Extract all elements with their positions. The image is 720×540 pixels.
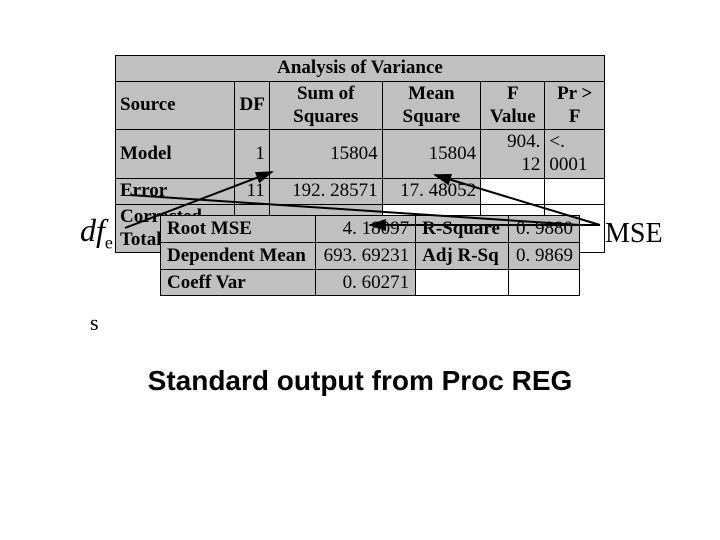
anova-cell-ms: 17. 48052	[382, 178, 481, 204]
fit-row: Root MSE 4. 18097 R-Square 0. 9880	[161, 216, 580, 243]
s-annotation: s	[90, 310, 99, 336]
anova-cell-p: <. 0001	[545, 130, 605, 179]
anova-header-ss: Sum of Squares	[269, 81, 382, 130]
fit-row: Coeff Var 0. 60271	[161, 269, 580, 296]
fit-rvalue: 0. 9869	[508, 242, 579, 269]
dfe-sub: e	[105, 232, 113, 252]
anova-header-f: F Value	[481, 81, 545, 130]
bottom-caption: Standard output from Proc REG	[0, 365, 720, 397]
anova-title: Analysis of Variance	[116, 56, 605, 82]
fit-row: Dependent Mean 693. 69231 Adj R-Sq 0. 98…	[161, 242, 580, 269]
fit-label: Dependent Mean	[161, 242, 316, 269]
fit-value: 4. 18097	[315, 216, 415, 243]
fit-rvalue	[508, 269, 579, 296]
anova-cell-ms: 15804	[382, 130, 481, 179]
fit-value: 0. 60271	[315, 269, 415, 296]
dfe-text: df	[80, 212, 105, 248]
anova-cell-ss: 192. 28571	[269, 178, 382, 204]
anova-header-ms: Mean Square	[382, 81, 481, 130]
anova-cell-f	[481, 178, 545, 204]
anova-cell-ss: 15804	[269, 130, 382, 179]
fit-rlabel	[416, 269, 509, 296]
fit-rvalue: 0. 9880	[508, 216, 579, 243]
fit-rlabel: Adj R-Sq	[416, 242, 509, 269]
anova-header-source: Source	[116, 81, 235, 130]
fit-rlabel: R-Square	[416, 216, 509, 243]
anova-cell-df: 11	[235, 178, 269, 204]
mse-annotation: MSE	[605, 218, 663, 250]
anova-cell-df: 1	[235, 130, 269, 179]
anova-cell-source: Error	[116, 178, 235, 204]
anova-row-error: Error 11 192. 28571 17. 48052	[116, 178, 605, 204]
anova-cell-f: 904. 12	[481, 130, 545, 179]
dfe-annotation: dfe	[80, 212, 113, 253]
fit-table-container: Root MSE 4. 18097 R-Square 0. 9880 Depen…	[160, 215, 580, 296]
anova-row-model: Model 1 15804 15804 904. 12 <. 0001	[116, 130, 605, 179]
anova-header-df: DF	[235, 81, 269, 130]
anova-cell-source: Model	[116, 130, 235, 179]
fit-label: Root MSE	[161, 216, 316, 243]
fit-label: Coeff Var	[161, 269, 316, 296]
fit-table: Root MSE 4. 18097 R-Square 0. 9880 Depen…	[160, 215, 580, 296]
fit-value: 693. 69231	[315, 242, 415, 269]
anova-header-p: Pr > F	[545, 81, 605, 130]
anova-cell-p	[545, 178, 605, 204]
